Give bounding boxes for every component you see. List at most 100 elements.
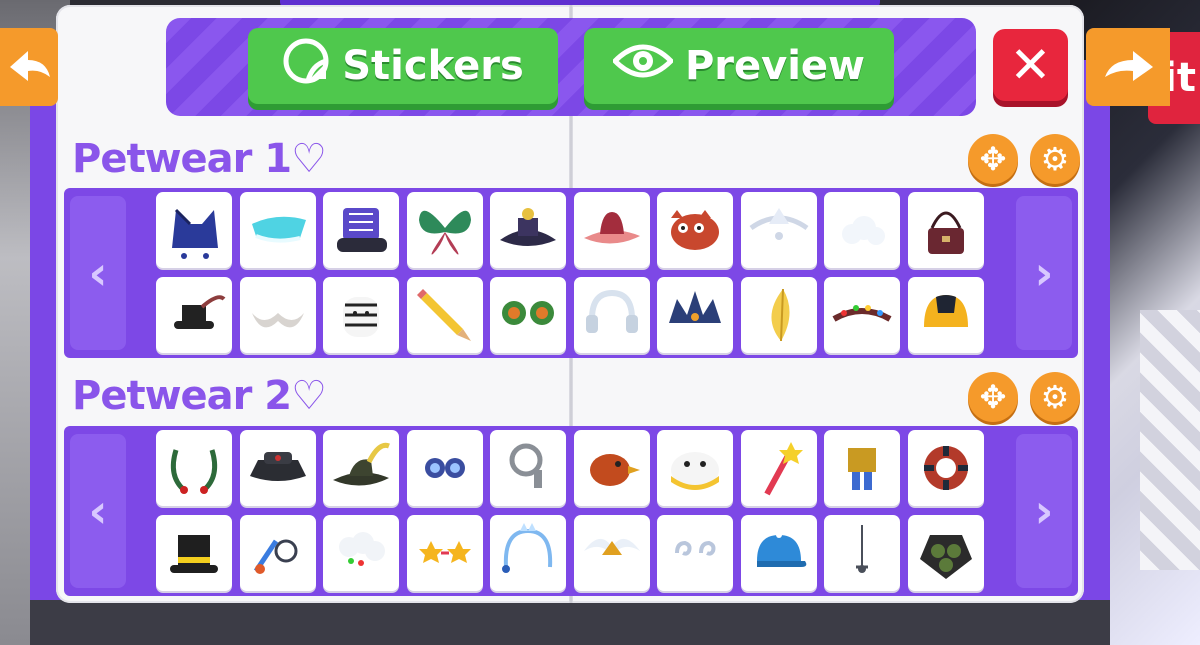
section-title-petwear-2: Petwear 2♡	[72, 373, 327, 419]
item-slot[interactable]	[573, 277, 650, 353]
arrow-right-icon	[1105, 51, 1153, 81]
item-slot[interactable]	[740, 430, 817, 506]
grey-hook-icon	[509, 443, 543, 488]
item-slot[interactable]	[490, 430, 566, 506]
purple-boots-icon	[337, 208, 387, 252]
item-slot[interactable]	[156, 277, 232, 353]
scroll-left-button-2[interactable]: ‹	[70, 434, 126, 588]
petwear-1-panel: ‹ ›	[64, 188, 1078, 358]
item-slot[interactable]	[740, 192, 817, 268]
item-slot[interactable]	[490, 515, 566, 591]
move-arrows-icon: ✥	[979, 140, 1007, 178]
item-slot[interactable]	[573, 192, 650, 268]
item-slot[interactable]	[907, 515, 984, 591]
petwear-2-panel: ‹ ›	[64, 426, 1078, 596]
item-slot[interactable]	[657, 430, 733, 506]
move-button-2[interactable]: ✥	[968, 372, 1018, 422]
close-button[interactable]: ✕	[993, 29, 1068, 101]
striped-swim-ring-icon	[923, 446, 968, 490]
christmas-lights-crown-icon	[832, 305, 892, 322]
item-slot[interactable]	[907, 277, 984, 353]
swirl-clouds-icon	[675, 540, 716, 556]
sticker-icon	[282, 37, 330, 95]
move-button-1[interactable]: ✥	[968, 134, 1018, 184]
yellow-band-top-hat-icon	[170, 535, 218, 573]
penguin-visor-hat-icon	[671, 452, 719, 490]
book-frame-base	[30, 600, 1110, 645]
item-slot[interactable]	[323, 192, 399, 268]
white-mustache-icon	[251, 313, 304, 328]
brown-satchel-icon	[927, 211, 964, 254]
blue-baseball-cap-icon	[756, 532, 806, 567]
item-slot[interactable]	[740, 277, 817, 353]
item-slot[interactable]	[824, 515, 900, 591]
item-slot[interactable]	[156, 515, 232, 591]
item-slot[interactable]	[239, 277, 316, 353]
scroll-right-button-2[interactable]: ›	[1016, 434, 1072, 588]
green-butterfly-wings-icon	[418, 210, 471, 255]
forward-arrow-button[interactable]	[1086, 28, 1170, 106]
item-slot[interactable]	[907, 192, 984, 268]
item-slot[interactable]	[824, 430, 900, 506]
golden-feather-icon	[770, 288, 790, 342]
kiwi-bird-hat-icon	[589, 454, 640, 486]
item-slot[interactable]	[824, 277, 900, 353]
item-slot[interactable]	[406, 515, 483, 591]
item-slot[interactable]	[239, 430, 316, 506]
settings-button-2[interactable]: ⚙	[1030, 372, 1080, 422]
scroll-right-button-1[interactable]: ›	[1016, 196, 1072, 350]
scroll-left-button-1[interactable]: ‹	[70, 196, 126, 350]
rapier-sword-icon	[856, 525, 868, 573]
item-slot[interactable]	[740, 515, 817, 591]
dark-pagoda-hat-icon	[500, 208, 556, 246]
item-slot[interactable]	[323, 430, 399, 506]
item-slot[interactable]	[657, 192, 733, 268]
zebra-plush-icon	[343, 297, 379, 337]
item-slot[interactable]	[490, 192, 566, 268]
arrow-left-icon	[10, 51, 50, 81]
petwear-1-grid	[156, 192, 984, 353]
item-slot[interactable]	[490, 277, 566, 353]
cyan-visor-icon	[251, 216, 306, 243]
silver-tiara-icon	[749, 208, 808, 240]
item-slot[interactable]	[573, 430, 650, 506]
item-slot[interactable]	[406, 192, 483, 268]
item-slot[interactable]	[239, 192, 316, 268]
close-icon: ✕	[1009, 36, 1052, 94]
dark-crystal-crown-icon	[669, 291, 721, 323]
item-slot[interactable]	[657, 277, 733, 353]
stickers-button[interactable]: Stickers	[248, 28, 558, 104]
white-cloud-icon	[842, 216, 885, 245]
star-sword-icon	[763, 442, 803, 496]
yellow-black-cap-icon	[923, 295, 968, 327]
icicle-headband-icon	[502, 523, 553, 573]
scene-background-stripes	[1140, 310, 1200, 570]
chevron-right-icon: ›	[1034, 246, 1054, 300]
item-slot[interactable]	[323, 515, 399, 591]
item-slot[interactable]	[406, 430, 483, 506]
feather-top-hat-icon	[174, 295, 226, 329]
item-slot[interactable]	[573, 515, 650, 591]
stickers-label: Stickers	[342, 43, 524, 89]
item-slot[interactable]	[239, 515, 316, 591]
red-panda-plush-icon	[671, 210, 719, 250]
settings-button-1[interactable]: ⚙	[1030, 134, 1080, 184]
item-slot[interactable]	[323, 277, 399, 353]
winged-tiara-icon	[583, 538, 640, 555]
item-slot[interactable]	[156, 430, 232, 506]
blue-dragonfly-toy-icon	[253, 539, 297, 574]
back-arrow-button[interactable]	[0, 28, 58, 106]
petwear-2-grid	[156, 430, 984, 591]
item-slot[interactable]	[824, 192, 900, 268]
item-slot[interactable]	[156, 192, 232, 268]
leaf-ear-wreath-icon	[502, 301, 554, 325]
section-title-petwear-1: Petwear 1♡	[72, 136, 327, 182]
black-bucket-hat-icon	[249, 452, 306, 481]
item-slot[interactable]	[907, 430, 984, 506]
move-arrows-icon: ✥	[979, 378, 1007, 416]
gear-icon: ⚙	[1040, 140, 1070, 178]
item-slot[interactable]	[406, 277, 483, 353]
feather-musketeer-hat-icon	[333, 442, 390, 486]
item-slot[interactable]	[657, 515, 733, 591]
preview-button[interactable]: Preview	[584, 28, 894, 104]
